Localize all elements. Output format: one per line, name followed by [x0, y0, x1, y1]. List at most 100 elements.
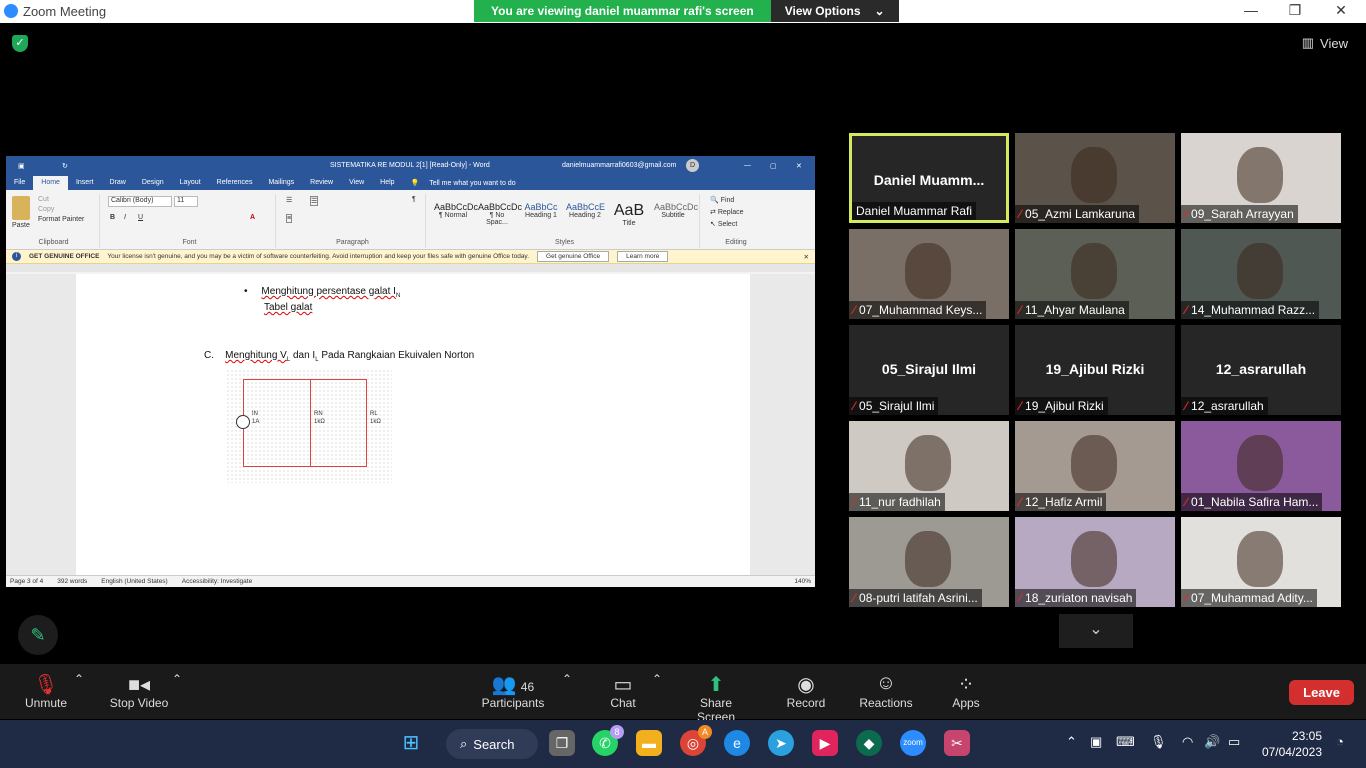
windows-start-icon[interactable]: ⊞: [398, 730, 424, 756]
chat-chevron-icon[interactable]: ⌃: [652, 672, 662, 686]
close-button[interactable]: ✕: [1318, 2, 1364, 19]
participant-tile[interactable]: Daniel Muamm... Daniel Muammar Rafi: [849, 133, 1009, 223]
taskbar-search[interactable]: ⌕ Search: [446, 729, 538, 759]
page-count[interactable]: Page 3 of 4: [10, 578, 43, 585]
taskbar-clock[interactable]: 23:05 07/04/2023: [1262, 728, 1322, 760]
participants-chevron-icon[interactable]: ⌃: [562, 672, 572, 686]
leave-button[interactable]: Leave: [1289, 680, 1354, 705]
tab-review[interactable]: Review: [302, 176, 341, 190]
participant-tile[interactable]: ⁄ 07_Muhammad Keys...: [849, 229, 1009, 319]
select-button[interactable]: ↖ Select: [710, 220, 737, 228]
participant-tile[interactable]: ⁄ 12_Hafiz Armil: [1015, 421, 1175, 511]
microphone-icon[interactable]: 🎙: [1150, 734, 1167, 750]
wifi-icon[interactable]: ◠: [1182, 734, 1193, 750]
participant-tile[interactable]: ⁄ 11_nur fadhilah: [849, 421, 1009, 511]
zoom-level[interactable]: 140%: [794, 578, 811, 585]
edge-icon[interactable]: e: [724, 730, 750, 756]
participant-tile[interactable]: ⁄ 14_Muhammad Razz...: [1181, 229, 1341, 319]
replace-button[interactable]: ⇄ Replace: [710, 208, 744, 216]
font-family-select[interactable]: Calibri (Body): [108, 196, 172, 207]
numbering-icon[interactable]: ☰: [310, 196, 319, 206]
battery-icon[interactable]: ▭: [1228, 734, 1240, 750]
tab-insert[interactable]: Insert: [68, 176, 102, 190]
save-icon[interactable]: ▣: [18, 162, 25, 170]
style-subtitle[interactable]: AaBbCcDc Subtitle: [654, 202, 698, 227]
audio-options-chevron-icon[interactable]: ⌃: [74, 672, 84, 686]
snipping-tool-icon[interactable]: ✂: [944, 730, 970, 756]
font-color-button[interactable]: A: [250, 214, 255, 221]
style-no-spacing[interactable]: AaBbCcDc ¶ No Spac...: [478, 202, 522, 227]
paste-icon[interactable]: [12, 196, 30, 220]
pilcrow-icon[interactable]: ¶: [412, 196, 416, 203]
language-status[interactable]: English (United States): [101, 578, 167, 585]
word-maximize-icon[interactable]: ▢: [770, 162, 777, 170]
tab-home[interactable]: Home: [33, 176, 68, 190]
style-heading-1[interactable]: AaBbCc Heading 1: [522, 202, 560, 227]
telegram-icon[interactable]: ➤: [768, 730, 794, 756]
tell-me-search[interactable]: 💡 Tell me what you want to do: [403, 176, 532, 190]
vpn-app-icon[interactable]: ◆: [856, 730, 882, 756]
volume-icon[interactable]: 🔊: [1204, 734, 1220, 750]
participant-tile[interactable]: 05_Sirajul Ilmi ⁄ 05_Sirajul Ilmi: [849, 325, 1009, 415]
style-heading-2[interactable]: AaBbCcE Heading 2: [566, 202, 605, 227]
chrome-icon[interactable]: ◎ A: [680, 725, 712, 756]
tab-design[interactable]: Design: [134, 176, 172, 190]
tab-help[interactable]: Help: [372, 176, 402, 190]
bold-button[interactable]: B: [110, 214, 115, 221]
refresh-icon[interactable]: ↻: [62, 162, 68, 170]
video-options-chevron-icon[interactable]: ⌃: [172, 672, 182, 686]
cut-button[interactable]: Cut: [38, 196, 49, 203]
style-normal[interactable]: AaBbCcDc ¶ Normal: [434, 202, 478, 227]
view-options-button[interactable]: View Options ⌄: [770, 0, 899, 22]
security-shield-icon[interactable]: ✓: [12, 35, 28, 52]
zoom-taskbar-icon[interactable]: zoom: [900, 730, 926, 756]
record-button[interactable]: ◉ Record: [784, 672, 828, 710]
tab-file[interactable]: File: [6, 176, 33, 190]
view-button[interactable]: ▥ View: [1302, 35, 1348, 51]
tab-view[interactable]: View: [341, 176, 372, 190]
bullets-icon[interactable]: ☰: [286, 196, 292, 204]
learn-more-button[interactable]: Learn more: [617, 251, 669, 262]
word-avatar[interactable]: D: [686, 159, 699, 172]
participant-tile[interactable]: ⁄ 05_Azmi Lamkaruna: [1015, 133, 1175, 223]
participant-tile[interactable]: ⁄ 09_Sarah Arrayyan: [1181, 133, 1341, 223]
font-size-select[interactable]: 11: [174, 196, 198, 207]
find-button[interactable]: 🔍 Find: [710, 196, 734, 204]
chat-button[interactable]: ▭ Chat: [606, 672, 640, 710]
word-count[interactable]: 392 words: [57, 578, 87, 585]
unmute-button[interactable]: 🎙 Unmute: [22, 672, 70, 710]
apps-button[interactable]: ⁘ Apps: [948, 672, 984, 710]
italic-button[interactable]: I: [124, 214, 126, 221]
tray-app-icon[interactable]: ▣: [1090, 734, 1102, 750]
accessibility-status[interactable]: Accessibility: Investigate: [182, 578, 252, 585]
tab-mailings[interactable]: Mailings: [260, 176, 302, 190]
minimize-button[interactable]: —: [1228, 2, 1274, 18]
gallery-next-page-icon[interactable]: ⌄: [1059, 614, 1133, 648]
video-editor-icon[interactable]: ▶: [812, 730, 838, 756]
annotate-pen-icon[interactable]: ✎: [18, 615, 58, 655]
notification-icon[interactable]: ◔: [1336, 734, 1344, 749]
participant-tile[interactable]: ⁄ 07_Muhammad Adity...: [1181, 517, 1341, 607]
maximize-button[interactable]: ❐: [1272, 2, 1318, 19]
word-minimize-icon[interactable]: —: [744, 162, 751, 169]
whatsapp-icon[interactable]: ✆ 8: [592, 725, 624, 756]
document-page[interactable]: • Menghitung persentase galat IN Tabel g…: [76, 274, 750, 575]
infobar-close-icon[interactable]: ✕: [804, 253, 809, 261]
underline-button[interactable]: U: [138, 214, 143, 221]
paste-label[interactable]: Paste: [12, 222, 30, 229]
shared-word-window[interactable]: ▣ ↻ SISTEMATIKA RE MODUL 2[1] [Read-Only…: [6, 156, 815, 587]
participant-tile[interactable]: ⁄ 08-putri latifah Asrini...: [849, 517, 1009, 607]
get-genuine-office-button[interactable]: Get genuine Office: [537, 251, 610, 262]
tray-chevron-icon[interactable]: ⌃: [1066, 734, 1077, 750]
participant-tile[interactable]: ⁄ 11_Ahyar Maulana: [1015, 229, 1175, 319]
tab-draw[interactable]: Draw: [101, 176, 133, 190]
participant-tile[interactable]: ⁄ 01_Nabila Safira Ham...: [1181, 421, 1341, 511]
participant-tile[interactable]: ⁄ 18_zuriaton navisah: [1015, 517, 1175, 607]
participant-tile[interactable]: 19_Ajibul Rizki ⁄ 19_Ajibul Rizki: [1015, 325, 1175, 415]
task-view-icon[interactable]: ❐: [549, 730, 575, 756]
tab-references[interactable]: References: [209, 176, 261, 190]
stop-video-button[interactable]: ■◂ Stop Video: [106, 672, 172, 710]
align-left-icon[interactable]: ≡: [286, 214, 293, 223]
participant-tile[interactable]: 12_asrarullah ⁄ 12_asrarullah: [1181, 325, 1341, 415]
style-title[interactable]: AaB Title: [610, 202, 648, 227]
